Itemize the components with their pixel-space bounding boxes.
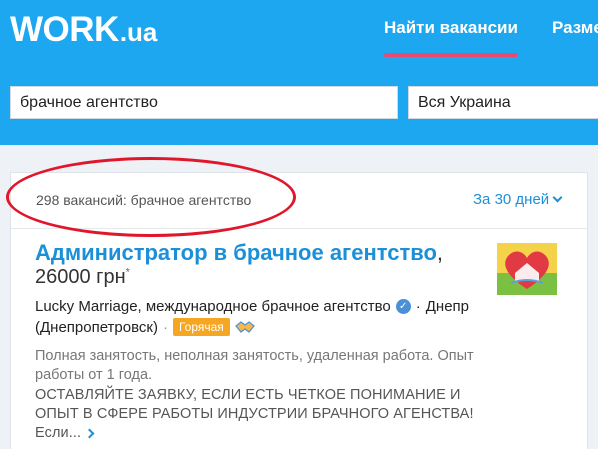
site-header: WORK .ua Найти вакансии Разме	[0, 0, 598, 145]
job-title-comma: ,	[436, 240, 444, 265]
nav-post-vacancy[interactable]: Разме	[552, 18, 598, 38]
nav-find-jobs[interactable]: Найти вакансии	[384, 18, 518, 38]
verified-check-icon: ✓	[395, 299, 411, 314]
city-name: (Днепропетровск)	[35, 318, 158, 336]
period-label: За 30 дней	[473, 191, 550, 208]
job-salary: 26000 грн*	[35, 266, 130, 289]
job-snippet: ОСТАВЛЯЙТЕ ЗАЯВКУ, ЕСЛИ ЕСТЬ ЧЕТКОЕ ПОНИ…	[35, 386, 505, 443]
badge-separator: ·	[162, 318, 168, 336]
nav-active-underline	[384, 53, 518, 57]
hot-badge: Горячая	[172, 318, 230, 336]
company-logo[interactable]	[497, 243, 557, 295]
job-description: Полная занятость, неполная занятость, уд…	[35, 348, 474, 383]
company-separator: ·	[415, 298, 421, 315]
logo-work-text: WORK	[10, 10, 119, 49]
city-line: (Днепропетровск) · Горячая	[35, 318, 255, 336]
handshake-icon	[234, 321, 255, 333]
period-dropdown[interactable]: За 30 дней	[473, 191, 563, 208]
company-name[interactable]: Lucky Marriage, международное брачное аг…	[35, 298, 391, 315]
annotation-circle	[6, 157, 296, 237]
job-title-link[interactable]: Администратор в брачное агентство	[35, 240, 437, 265]
region-input[interactable]	[408, 86, 598, 119]
city-prefix: Днепр	[425, 298, 469, 315]
salary-value: 26000 грн	[35, 266, 126, 288]
salary-footnote-mark: *	[125, 266, 130, 279]
site-logo[interactable]: WORK .ua	[10, 10, 157, 50]
job-title-line: Администратор в брачное агентство,	[35, 240, 443, 266]
chevron-down-icon	[552, 192, 563, 203]
logo-ua-text: .ua	[119, 17, 158, 47]
chevron-right-icon[interactable]	[84, 428, 95, 439]
company-line: Lucky Marriage, международное брачное аг…	[35, 298, 469, 315]
search-input[interactable]	[10, 86, 398, 119]
job-snippet-text: ОСТАВЛЯЙТЕ ЗАЯВКУ, ЕСЛИ ЕСТЬ ЧЕТКОЕ ПОНИ…	[35, 387, 474, 441]
